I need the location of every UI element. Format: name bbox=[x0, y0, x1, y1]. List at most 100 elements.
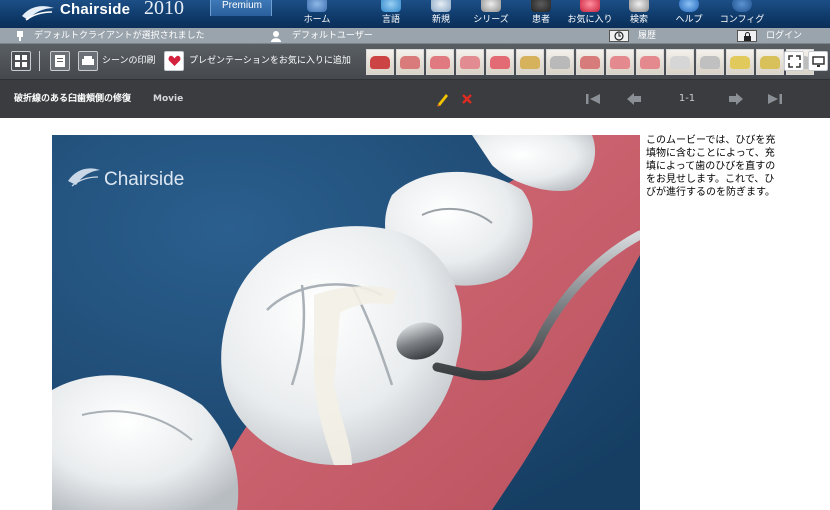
nav-patient-label: 患者 bbox=[531, 15, 550, 25]
nav-config-label: コンフィグ bbox=[719, 15, 765, 25]
thumbnail-wire-icon bbox=[760, 56, 780, 69]
thumbnail-arch-icon bbox=[580, 56, 600, 69]
login-label[interactable]: ログイン bbox=[766, 28, 802, 44]
movie-title: 破折線のある臼歯頬側の修復 bbox=[14, 94, 132, 104]
scene-thumbnail-gum[interactable] bbox=[426, 49, 454, 75]
nav-language-label: 言語 bbox=[381, 15, 400, 25]
first-page-icon[interactable] bbox=[584, 91, 602, 107]
document-icon bbox=[55, 55, 65, 67]
new-icon bbox=[431, 0, 451, 12]
nav-new-label: 新規 bbox=[431, 15, 450, 25]
history-button[interactable] bbox=[609, 30, 629, 42]
expand-icon bbox=[788, 55, 801, 68]
pencil-icon[interactable] bbox=[436, 91, 450, 107]
nav-help-button[interactable]: ヘルプ bbox=[666, 0, 712, 28]
nav-favorites-button[interactable]: お気に入り bbox=[566, 0, 614, 28]
series-icon bbox=[481, 0, 501, 12]
document-button[interactable] bbox=[50, 51, 70, 71]
fullscreen-button[interactable] bbox=[784, 51, 804, 71]
lock-icon bbox=[744, 32, 751, 41]
login-button[interactable] bbox=[737, 30, 757, 42]
last-page-icon[interactable] bbox=[766, 91, 784, 107]
movie-title-bar: 破折線のある臼歯頬側の修復 Movie 1-1 bbox=[0, 80, 830, 118]
scene-thumbnail-implant[interactable] bbox=[696, 49, 724, 75]
add-favorite-label[interactable]: プレゼンテーションをお気に入りに追加 bbox=[189, 51, 351, 71]
thumbnail-gum-detail-icon bbox=[640, 56, 660, 69]
previous-page-icon[interactable] bbox=[626, 91, 642, 107]
nav-patient-button[interactable]: 患者 bbox=[518, 0, 564, 28]
next-page-icon[interactable] bbox=[728, 91, 744, 107]
client-status-text: デフォルトクライアントが選択されました bbox=[34, 31, 205, 41]
nav-search-button[interactable]: 検索 bbox=[616, 0, 662, 28]
nav-favorites-label: お気に入り bbox=[567, 15, 613, 25]
toolbar-divider bbox=[39, 51, 40, 71]
print-scene-label[interactable]: シーンの印刷 bbox=[102, 51, 156, 71]
grid-layout-icon bbox=[15, 55, 27, 67]
favorites-icon bbox=[580, 0, 600, 12]
brand-year: 2010 bbox=[144, 0, 184, 19]
screen-icon bbox=[812, 56, 825, 67]
scene-thumbnail-teeth-open[interactable] bbox=[456, 49, 484, 75]
nav-home-button[interactable]: ホーム bbox=[294, 0, 340, 28]
language-icon bbox=[381, 0, 401, 12]
movie-description: このムービーでは、ひびを充填物に含むことによって、充填によって歯のひびを直すのを… bbox=[646, 135, 776, 198]
tool-strip: シーンの印刷 プレゼンテーションをお気に入りに追加 bbox=[0, 44, 830, 80]
thumbnail-instrument-icon bbox=[370, 56, 390, 69]
thumbnail-gum-icon bbox=[430, 56, 450, 69]
scene-thumbnail-gum-detail[interactable] bbox=[636, 49, 664, 75]
thumbnail-teeth-open-icon bbox=[460, 56, 480, 69]
scene-thumbnail-arch[interactable] bbox=[576, 49, 604, 75]
nav-help-label: ヘルプ bbox=[675, 15, 703, 25]
layout-toggle-button[interactable] bbox=[11, 51, 31, 71]
heart-icon bbox=[168, 55, 181, 66]
search-icon bbox=[629, 0, 649, 12]
page-indicator: 1-1 bbox=[678, 93, 696, 104]
client-icon bbox=[17, 31, 23, 41]
nav-new-button[interactable]: 新規 bbox=[418, 0, 464, 28]
scene-thumbnail-instrument[interactable] bbox=[366, 49, 394, 75]
scene-thumbnail-wire[interactable] bbox=[756, 49, 784, 75]
printer-icon bbox=[82, 56, 94, 65]
thumbnail-implant-icon bbox=[700, 56, 720, 69]
brand-name: Chairside bbox=[60, 1, 131, 18]
user-icon bbox=[271, 31, 281, 42]
app-header: Chairside 2010 Premium ホーム 言語 新規 シリーズ 患者… bbox=[0, 0, 830, 28]
user-status-text: デフォルトユーザー bbox=[292, 31, 373, 41]
thumbnail-ortho-icon bbox=[730, 56, 750, 69]
movie-type-tag: Movie bbox=[153, 94, 184, 104]
patient-icon bbox=[531, 0, 551, 12]
print-scene-button[interactable] bbox=[78, 51, 98, 71]
close-icon[interactable] bbox=[460, 91, 474, 107]
molar-restoration-illustration: Chairside bbox=[52, 135, 640, 510]
thumbnail-crossed-icon bbox=[550, 56, 570, 69]
present-mode-button[interactable] bbox=[808, 51, 828, 71]
scene-thumbnail-ortho[interactable] bbox=[726, 49, 754, 75]
thumbnail-roots-icon bbox=[520, 56, 540, 69]
home-icon bbox=[307, 0, 327, 12]
nav-config-button[interactable]: コンフィグ bbox=[716, 0, 768, 28]
movie-player[interactable]: Chairside bbox=[52, 135, 640, 510]
clock-icon bbox=[614, 31, 624, 41]
status-bar: デフォルトクライアントが選択されました デフォルトユーザー 履歴 ログイン bbox=[0, 28, 830, 44]
chairside-logo-icon bbox=[22, 6, 54, 21]
config-icon bbox=[732, 0, 752, 12]
scene-thumbnail-bridge[interactable] bbox=[396, 49, 424, 75]
nav-home-label: ホーム bbox=[303, 15, 331, 25]
main-content: Chairside このムービーでは、ひびを充填物に含むことによって、充填によっ… bbox=[0, 118, 830, 510]
thumbnail-lower-teeth-icon bbox=[610, 56, 630, 69]
thumbnail-front-teeth-icon bbox=[670, 56, 690, 69]
nav-series-button[interactable]: シリーズ bbox=[468, 0, 514, 28]
scene-thumbnail-roots[interactable] bbox=[516, 49, 544, 75]
history-label[interactable]: 履歴 bbox=[638, 28, 656, 44]
scene-thumbnail-crossed[interactable] bbox=[546, 49, 574, 75]
add-favorite-button[interactable] bbox=[164, 51, 184, 71]
thumbnail-smile-icon bbox=[490, 56, 510, 69]
nav-series-label: シリーズ bbox=[473, 15, 509, 25]
scene-thumbnail-smile[interactable] bbox=[486, 49, 514, 75]
scene-thumbnail-lower-teeth[interactable] bbox=[606, 49, 634, 75]
premium-tab: Premium bbox=[210, 0, 272, 16]
watermark-text: Chairside bbox=[104, 169, 184, 190]
thumbnail-bridge-icon bbox=[400, 56, 420, 69]
scene-thumbnail-front-teeth[interactable] bbox=[666, 49, 694, 75]
nav-language-button[interactable]: 言語 bbox=[368, 0, 414, 28]
